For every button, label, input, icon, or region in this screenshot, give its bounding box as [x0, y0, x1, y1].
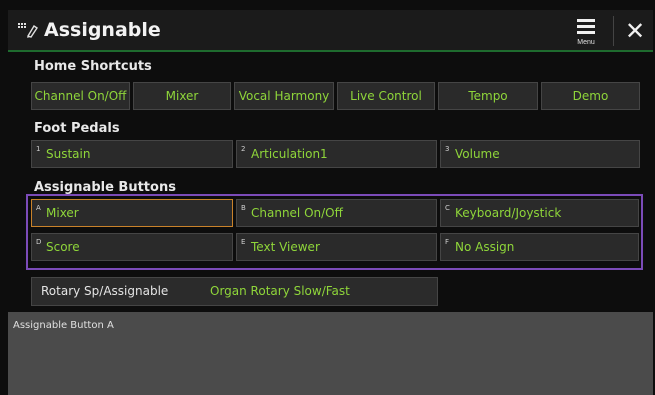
shortcut-button-4[interactable]: Live Control [337, 82, 435, 110]
close-icon: ✕ [624, 17, 646, 45]
foot-pedal-1-index: 1 [36, 145, 41, 153]
title-bar: Assignable Menu ✕ [8, 10, 653, 52]
assignable-button-a-value: Mixer [46, 206, 79, 220]
info-panel-text: Assignable Button A [13, 320, 114, 331]
foot-pedal-3-index: 3 [445, 145, 450, 153]
info-panel: Assignable Button A [8, 312, 653, 395]
close-button[interactable]: ✕ [620, 14, 650, 48]
assignable-buttons-label: Assignable Buttons [34, 180, 176, 195]
home-shortcuts-label: Home Shortcuts [34, 59, 152, 74]
assignable-button-e[interactable]: E Text Viewer [236, 233, 437, 261]
shortcut-button-6[interactable]: Demo [541, 82, 640, 110]
rotary-assignable-button[interactable]: Rotary Sp/Assignable Organ Rotary Slow/F… [31, 277, 438, 306]
assignable-button-b[interactable]: B Channel On/Off [236, 199, 437, 227]
assignable-screen: Assignable Menu ✕ Home Shortcuts Channel… [0, 0, 655, 395]
menu-icon [577, 19, 595, 22]
foot-pedal-3-value: Volume [455, 147, 500, 161]
assignable-button-c[interactable]: C Keyboard/Joystick [440, 199, 639, 227]
foot-pedal-2-value: Articulation1 [251, 147, 328, 161]
assignable-button-c-value: Keyboard/Joystick [455, 206, 562, 220]
menu-button[interactable]: Menu [566, 14, 606, 48]
assignable-button-b-value: Channel On/Off [251, 206, 343, 220]
assignable-button-f[interactable]: F No Assign [440, 233, 639, 261]
assignable-button-a-index: A [36, 204, 41, 212]
assignable-button-d-index: D [36, 238, 42, 246]
rotary-label: Rotary Sp/Assignable [41, 284, 169, 298]
shortcut-button-2[interactable]: Mixer [133, 82, 231, 110]
assignable-button-c-index: C [445, 204, 450, 212]
foot-pedals-label: Foot Pedals [34, 121, 120, 136]
foot-pedal-1-button[interactable]: 1 Sustain [31, 140, 233, 168]
shortcut-button-5[interactable]: Tempo [438, 82, 538, 110]
assignable-button-d[interactable]: D Score [31, 233, 233, 261]
menu-icon-bar [577, 25, 595, 28]
page-title: Assignable [44, 19, 161, 41]
foot-pedal-1-value: Sustain [46, 147, 91, 161]
header-divider [613, 16, 614, 46]
foot-pedal-2-button[interactable]: 2 Articulation1 [236, 140, 437, 168]
assignable-button-f-index: F [445, 238, 450, 246]
foot-pedal-2-index: 2 [241, 145, 246, 153]
menu-label: Menu [577, 39, 595, 46]
shortcut-button-1[interactable]: Channel On/Off [31, 82, 130, 110]
foot-pedal-3-button[interactable]: 3 Volume [440, 140, 640, 168]
assignable-button-f-value: No Assign [455, 240, 515, 254]
shortcut-button-3[interactable]: Vocal Harmony [234, 82, 334, 110]
assignable-button-a[interactable]: A Mixer [31, 199, 233, 227]
menu-icon-bar [577, 31, 595, 34]
assignable-button-b-index: B [241, 204, 246, 212]
rotary-value: Organ Rotary Slow/Fast [210, 284, 350, 298]
assignable-button-d-value: Score [46, 240, 80, 254]
assignable-app-icon [18, 23, 38, 38]
assignable-button-e-value: Text Viewer [251, 240, 320, 254]
assignable-button-e-index: E [241, 238, 246, 246]
